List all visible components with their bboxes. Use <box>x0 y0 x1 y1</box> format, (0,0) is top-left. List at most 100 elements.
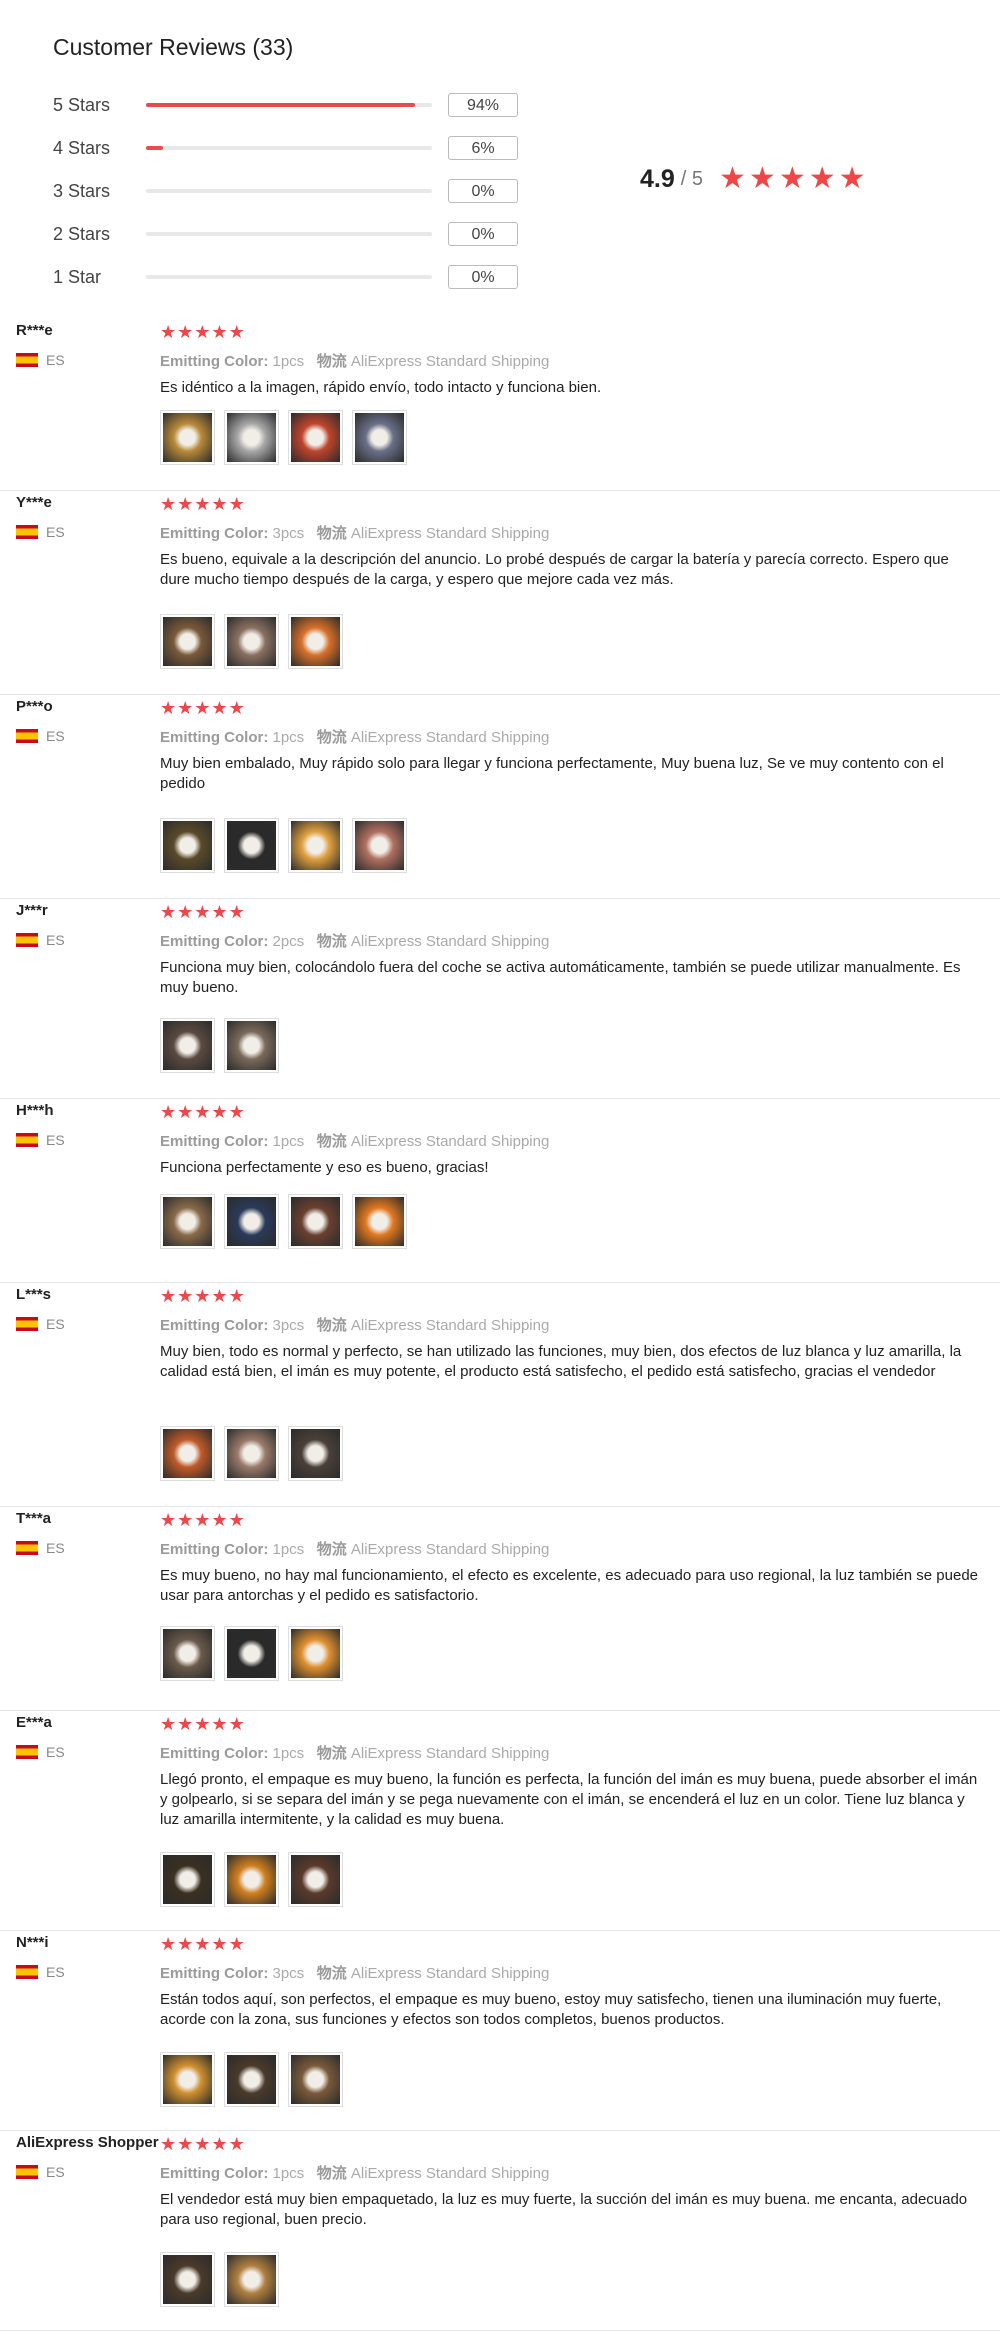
star-icon: ★ <box>160 1714 177 1734</box>
reviewer-name: J***r <box>16 902 48 919</box>
review-photo[interactable] <box>160 818 215 873</box>
review-photo[interactable] <box>160 1626 215 1681</box>
review-photo[interactable] <box>288 1852 343 1907</box>
review-photo[interactable] <box>160 2052 215 2107</box>
review-photo[interactable] <box>160 1194 215 1249</box>
review-photo[interactable] <box>288 2052 343 2107</box>
review-photos <box>160 1426 352 1481</box>
flag-icon <box>16 1541 38 1555</box>
review-text: Es bueno, equivale a la descripción del … <box>160 551 949 588</box>
star-icon: ★ <box>228 1102 245 1122</box>
emitting-color-value: 3pcs <box>268 1965 305 1982</box>
review-item: E***a ES ★★★★★ Emitting Color: 1pcs 物流 AliE… <box>0 1710 1000 1931</box>
reviewer-country: ES <box>16 728 65 744</box>
review-item: N***i ES ★★★★★ Emitting Color: 3pcs 物流 AliE… <box>0 1930 1000 2131</box>
review-photo[interactable] <box>160 1018 215 1073</box>
reviewer-country: ES <box>16 2164 65 2180</box>
review-photo[interactable] <box>224 1852 279 1907</box>
histogram-row[interactable]: 4 Stars 6% <box>53 135 518 161</box>
review-photo[interactable] <box>224 1626 279 1681</box>
reviewer-name: P***o <box>16 698 53 715</box>
country-code: ES <box>46 932 65 948</box>
histogram-bar <box>146 103 432 107</box>
review-photo[interactable] <box>288 614 343 669</box>
emitting-color-value: 1pcs <box>268 1133 305 1150</box>
star-icon: ★ <box>160 494 177 514</box>
shipping-method: AliExpress Standard Shipping <box>346 933 550 950</box>
review-photo[interactable] <box>160 2252 215 2307</box>
review-photo[interactable] <box>224 2052 279 2107</box>
review-meta: Emitting Color: 3pcs 物流 AliExpress Stand… <box>160 1314 549 1335</box>
review-photo[interactable] <box>352 1194 407 1249</box>
review-photo[interactable] <box>288 818 343 873</box>
review-stars: ★★★★★ <box>160 902 246 923</box>
emitting-color-value: 1pcs <box>268 353 305 370</box>
review-photo[interactable] <box>160 1426 215 1481</box>
review-photo[interactable] <box>288 1194 343 1249</box>
histogram-percent: 0% <box>448 222 518 246</box>
review-photos <box>160 2252 288 2307</box>
shipping-label: 物流 <box>304 2165 347 2182</box>
review-photo[interactable] <box>160 1852 215 1907</box>
star-icon: ★ <box>194 1934 211 1954</box>
star-icon: ★ <box>228 2134 245 2154</box>
star-icon: ★ <box>160 1286 177 1306</box>
review-photo[interactable] <box>352 410 407 465</box>
histogram-label: 3 Stars <box>53 180 111 201</box>
country-code: ES <box>46 352 65 368</box>
review-photo[interactable] <box>288 1426 343 1481</box>
histogram-row[interactable]: 2 Stars 0% <box>53 221 518 247</box>
country-code: ES <box>46 1964 65 1980</box>
reviewer-name: Y***e <box>16 494 52 511</box>
star-icon: ★ <box>228 494 245 514</box>
emitting-color-label: Emitting Color: <box>160 525 269 542</box>
review-photos <box>160 1852 352 1907</box>
review-item: Y***e ES ★★★★★ Emitting Color: 3pcs 物流 AliE… <box>0 490 1000 695</box>
shipping-label: 物流 <box>304 1745 347 1762</box>
shipping-label: 物流 <box>304 1541 347 1558</box>
review-photo[interactable] <box>160 410 215 465</box>
review-photo[interactable] <box>288 410 343 465</box>
histogram-bar <box>146 189 432 193</box>
star-icon: ★ <box>177 1510 194 1530</box>
review-meta: Emitting Color: 3pcs 物流 AliExpress Stand… <box>160 522 549 543</box>
review-photo[interactable] <box>160 614 215 669</box>
review-stars: ★★★★★ <box>160 1102 246 1123</box>
review-photo[interactable] <box>288 1626 343 1681</box>
flag-icon <box>16 729 38 743</box>
review-photo[interactable] <box>352 818 407 873</box>
star-icon: ★ <box>194 494 211 514</box>
emitting-color-label: Emitting Color: <box>160 1317 269 1334</box>
review-photo[interactable] <box>224 2252 279 2307</box>
star-icon: ★ <box>177 494 194 514</box>
reviewer-country: ES <box>16 932 65 948</box>
star-icon: ★ <box>211 494 228 514</box>
star-icon: ★ <box>211 1714 228 1734</box>
star-icon: ★ <box>160 1934 177 1954</box>
histogram-percent: 94% <box>448 93 518 117</box>
review-stars: ★★★★★ <box>160 2134 246 2155</box>
review-meta: Emitting Color: 1pcs 物流 AliExpress Stand… <box>160 2162 549 2183</box>
review-photo[interactable] <box>224 410 279 465</box>
review-photo[interactable] <box>224 1194 279 1249</box>
review-meta: Emitting Color: 2pcs 物流 AliExpress Stand… <box>160 930 549 951</box>
review-text: Es muy bueno, no hay mal funcionamiento,… <box>160 1567 979 1604</box>
shipping-label: 物流 <box>304 1317 347 1334</box>
review-photo[interactable] <box>224 818 279 873</box>
star-icon: ★ <box>160 698 177 718</box>
review-photo[interactable] <box>224 614 279 669</box>
review-photos <box>160 1194 416 1249</box>
star-icon: ★ <box>194 902 211 922</box>
shipping-method: AliExpress Standard Shipping <box>346 525 550 542</box>
shipping-label: 物流 <box>304 353 347 370</box>
review-photo[interactable] <box>224 1018 279 1073</box>
star-icon: ★ <box>228 1934 245 1954</box>
histogram-row[interactable]: 1 Star 0% <box>53 264 518 290</box>
star-icon: ★ <box>211 1102 228 1122</box>
review-photo[interactable] <box>224 1426 279 1481</box>
flag-icon <box>16 353 38 367</box>
histogram-row[interactable]: 5 Stars 94% <box>53 92 518 118</box>
emitting-color-label: Emitting Color: <box>160 1541 269 1558</box>
histogram-row[interactable]: 3 Stars 0% <box>53 178 518 204</box>
review-text: Muy bien embalado, Muy rápido solo para … <box>160 755 944 792</box>
